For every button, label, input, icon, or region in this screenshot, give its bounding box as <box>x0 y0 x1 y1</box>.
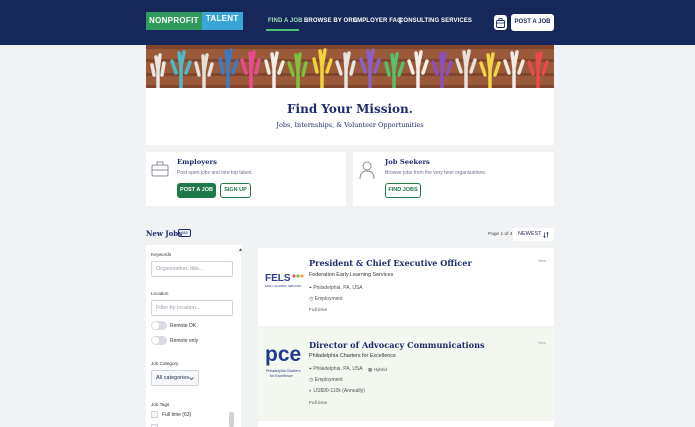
job-type: ◷ Employment <box>309 296 343 302</box>
keywords-label: Keywords <box>151 252 172 257</box>
filters-panel: Keywords Organization, title... Location… <box>146 245 241 427</box>
location-label: Location <box>151 291 169 296</box>
saved-jobs-button[interactable] <box>494 15 507 30</box>
person-icon <box>359 161 375 180</box>
remote-only-toggle[interactable] <box>151 336 167 345</box>
employers-title: Employers <box>177 158 217 166</box>
job-category-value: All categories <box>156 375 190 381</box>
job-type-text: Employment <box>314 377 343 383</box>
scroll-up-arrow[interactable]: ▲ <box>238 247 243 253</box>
job-seekers-description: Browse jobs from the very best organizat… <box>385 170 487 176</box>
job-location: ⌖ Philadelphia, PA, USA <box>309 366 363 372</box>
job-tag: Full time <box>309 308 328 313</box>
job-salary-text: US$90-110k (Annually) <box>313 388 365 394</box>
new-badge: New <box>537 340 546 345</box>
briefcase-icon <box>151 161 169 177</box>
job-category-select[interactable]: All categories <box>151 370 199 386</box>
site-logo[interactable]: NONPROFIT TALENT <box>146 12 243 30</box>
pce-logo-image: pce Philadelphia Charters for Excellence <box>265 343 301 378</box>
remote-only-label: Remote only <box>170 338 199 344</box>
employers-post-job-button[interactable]: POST A JOB <box>177 183 216 198</box>
job-org: Federation Early Learning Services <box>309 272 394 278</box>
pce-logo: pce Philadelphia Charters for Excellence <box>265 343 305 386</box>
money-icon: ◐ <box>309 388 313 394</box>
job-seekers-title: Job Seekers <box>385 158 430 166</box>
job-salary: ◐ US$90-110k (Annually) <box>309 388 365 394</box>
nav-find-a-job[interactable]: FIND A JOB <box>268 18 303 24</box>
employers-card: Employers Post open jobs and hire top ta… <box>146 152 346 206</box>
new-badge: New <box>537 258 546 263</box>
job-type: ◷ Employment <box>309 377 343 383</box>
filters-scrollbar[interactable] <box>229 412 234 427</box>
sort-dropdown[interactable]: NEWEST <box>513 228 554 241</box>
clock-icon: ◷ <box>309 296 314 302</box>
chevron-down-icon <box>189 377 194 380</box>
sort-icon <box>543 232 549 238</box>
hybrid-badge: ▦ Hybrid <box>368 367 387 373</box>
job-listing[interactable]: pce Philadelphia Charters for Excellence… <box>258 327 554 420</box>
fels-logo: FELS EARLY LEARNING SERVICES <box>265 271 305 294</box>
job-title[interactable]: President & Chief Executive Officer <box>309 258 472 268</box>
job-seekers-card: Job Seekers Browse jobs from the very be… <box>353 152 554 206</box>
clock-icon: ◷ <box>309 377 314 383</box>
job-location: ⌖ Philadelphia, PA, USA <box>309 285 363 291</box>
fels-logo-text: FELS <box>265 273 291 284</box>
new-jobs-heading: New Jobs <box>146 229 183 238</box>
logo-part-1: NONPROFIT <box>146 12 202 30</box>
fels-logo-subtext: EARLY LEARNING SERVICES <box>265 284 301 288</box>
find-jobs-button[interactable]: FIND JOBS <box>385 183 421 198</box>
hero-subtitle: Jobs, Internships, & Volunteer Opportuni… <box>276 121 424 129</box>
briefcase-icon <box>496 18 505 28</box>
nav-employer-faq[interactable]: EMPLOYER FAQ <box>353 18 402 24</box>
sort-label: NEWEST <box>518 231 542 237</box>
full-time-checkbox[interactable] <box>151 411 158 418</box>
employers-description: Post open jobs and hire top talent. <box>177 170 253 176</box>
job-listing[interactable] <box>258 421 554 427</box>
remote-ok-label: Remote OK <box>170 323 197 329</box>
location-pin-icon: ⌖ <box>309 366 312 372</box>
job-tag: Full time <box>309 401 328 406</box>
nav-consulting-services[interactable]: CONSULTING SERVICES <box>399 18 472 24</box>
job-tags-label: Job Tags <box>151 402 170 407</box>
top-navbar: NONPROFIT TALENT FIND A JOB BROWSE BY OR… <box>0 0 695 45</box>
hybrid-text: Hybrid <box>373 367 387 372</box>
pce-logo-text: pce <box>265 343 301 366</box>
hands-banner-image <box>146 45 554 88</box>
nav-browse-by-org[interactable]: BROWSE BY ORG <box>304 18 358 24</box>
keywords-input[interactable]: Organization, title... <box>151 261 233 277</box>
job-location-text: Philadelphia, PA, USA <box>313 366 363 372</box>
employers-sign-up-button[interactable]: SIGN UP <box>220 183 251 198</box>
remote-ok-toggle[interactable] <box>151 321 167 330</box>
job-location-text: Philadelphia, PA, USA <box>313 285 363 291</box>
nav-active-indicator <box>266 29 299 31</box>
location-input[interactable]: Filter by location... <box>151 300 233 316</box>
job-title[interactable]: Director of Advocacy Communications <box>309 340 485 350</box>
hero-title: Find Your Mission. <box>287 102 413 116</box>
job-listing[interactable]: FELS EARLY LEARNING SERVICES President &… <box>258 248 554 326</box>
header-post-job-button[interactable]: POST A JOB <box>511 14 554 31</box>
job-category-label: Job Category <box>151 361 179 366</box>
job-org: Philadelphia Charters for Excellence <box>309 353 396 359</box>
job-type-text: Employment <box>314 296 343 302</box>
pce-logo-subtext-2: for Excellence <box>270 374 293 378</box>
full-time-label: Full time (63) <box>162 412 192 418</box>
building-icon: ▦ <box>368 367 373 372</box>
fels-logo-image: FELS EARLY LEARNING SERVICES <box>265 273 304 288</box>
jobs-count-badge: 185 <box>178 229 191 237</box>
hero-section: Find Your Mission. Jobs, Internships, & … <box>146 45 554 145</box>
pce-logo-subtext-1: Philadelphia Charters <box>266 369 301 373</box>
logo-part-2: TALENT <box>201 12 243 30</box>
location-pin-icon: ⌖ <box>309 285 312 291</box>
page-info: Page 1 of 4 <box>488 232 513 237</box>
